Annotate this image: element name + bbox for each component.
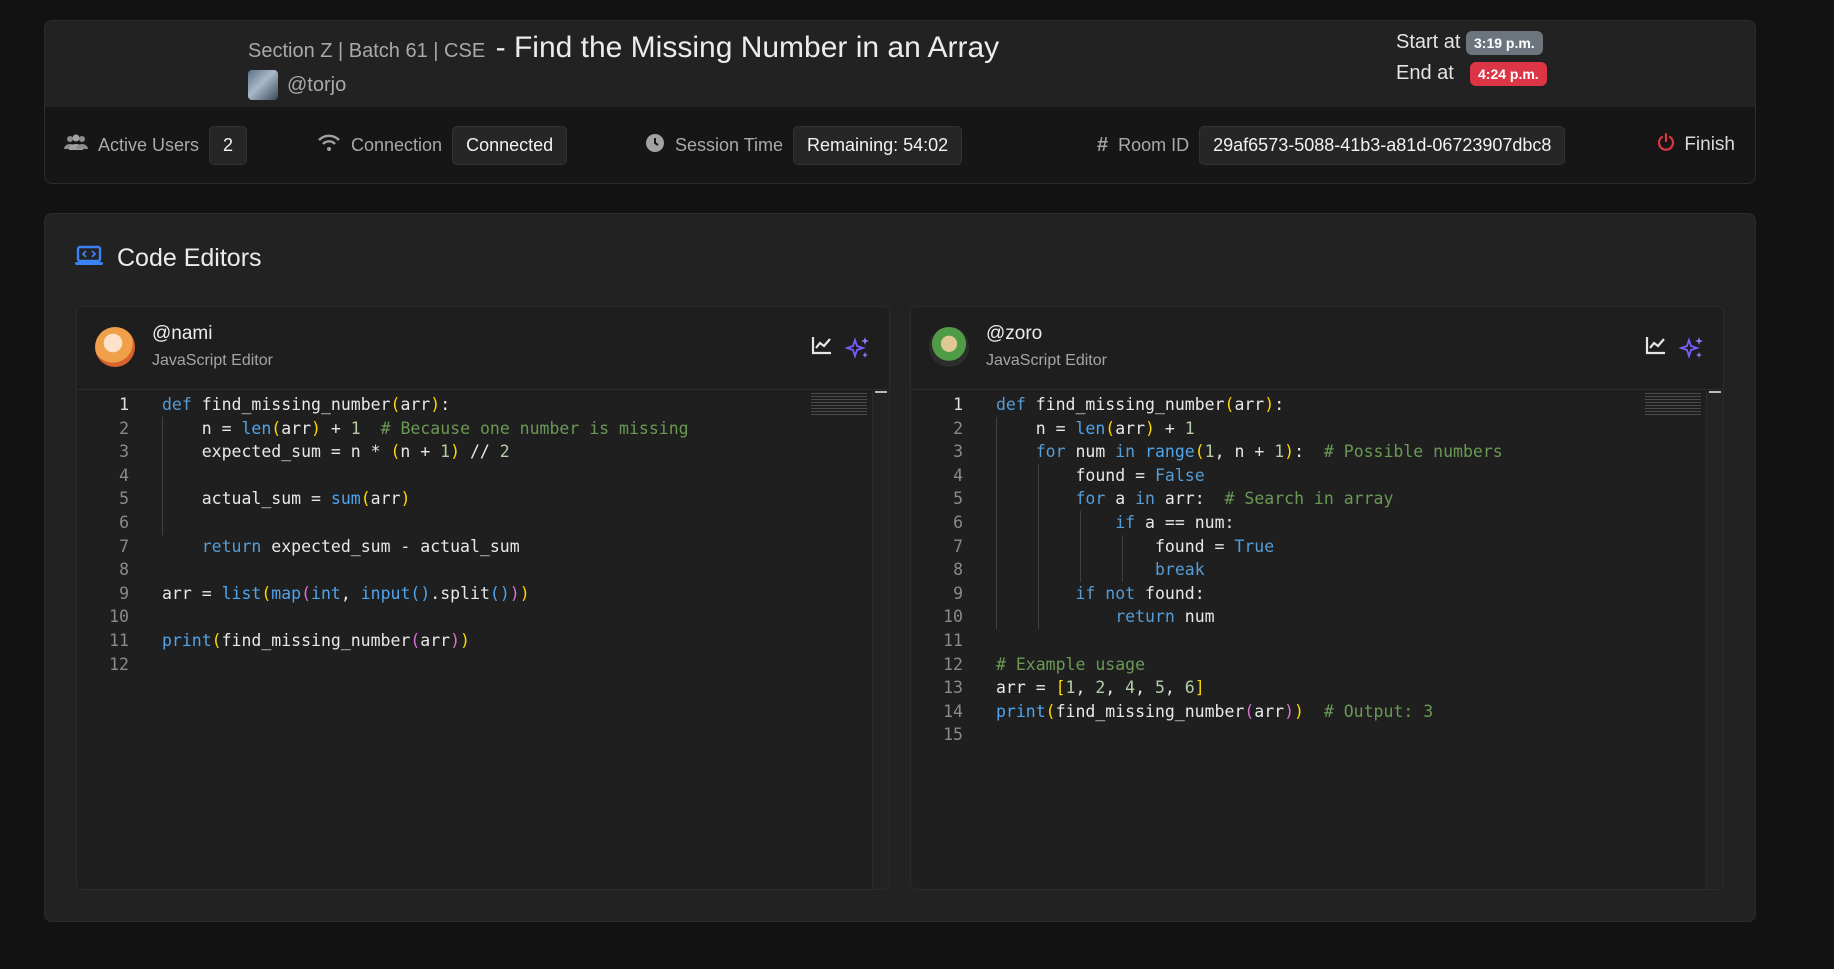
code-line: 7 found = True — [953, 536, 1275, 556]
code-line: 12 # Example usage — [943, 654, 1146, 674]
code-line: 2 n = len(arr) + 1 # Because one number … — [119, 418, 689, 438]
wifi-icon — [317, 134, 341, 157]
code-line: 3 for num in range(1, n + 1): # Possible… — [953, 442, 1503, 462]
code-line: 11 — [943, 630, 963, 650]
session-remaining: Remaining: 54:02 — [793, 125, 963, 165]
code-line: 4 — [119, 465, 129, 485]
host-username[interactable]: @torjo — [287, 74, 346, 97]
editor-panel-nami: @nami JavaScript Editor 1 def find_missin… — [76, 306, 890, 890]
host-row: @torjo — [248, 70, 346, 100]
code-line: 8 break — [953, 560, 1205, 580]
code-line: 2 n = len(arr) + 1 — [953, 418, 1195, 438]
editor-type: JavaScript Editor — [152, 352, 273, 369]
end-time-row: End at 4:24 p.m. — [1396, 58, 1547, 89]
session-time-stat: Session Time Remaining: 54:02 — [645, 107, 963, 183]
active-users-label: Active Users — [98, 134, 200, 155]
editor-panel-zoro: @zoro JavaScript Editor 1 def find_missin… — [910, 306, 1724, 890]
section-label: Section Z | Batch 61 | CSE — [248, 40, 486, 62]
header-top: Section Z | Batch 61 | CSE - Find the Mi… — [45, 21, 1755, 107]
connection-label: Connection — [351, 134, 443, 155]
title-row: Section Z | Batch 61 | CSE - Find the Mi… — [248, 31, 999, 65]
finish-button[interactable]: Finish — [1656, 107, 1735, 183]
finish-label: Finish — [1684, 134, 1735, 155]
avatar — [95, 327, 135, 367]
start-time-row: Start at 3:19 p.m. — [1396, 27, 1547, 58]
editor-type: JavaScript Editor — [986, 352, 1107, 369]
hashtag-icon: # — [1097, 133, 1109, 156]
end-label: End at — [1396, 62, 1454, 84]
code-line: 1 def find_missing_number(arr): — [953, 395, 1285, 414]
minimap[interactable] — [1645, 393, 1701, 417]
editor-header: @nami JavaScript Editor — [77, 307, 889, 390]
start-time-badge: 3:19 p.m. — [1466, 30, 1543, 55]
sparkles-icon[interactable] — [845, 335, 871, 361]
editor-actions — [1645, 335, 1705, 361]
room-id-value[interactable]: 29af6573-5088-41b3-a81d-06723907dbc8 — [1199, 125, 1566, 165]
code-editors-title: Code Editors — [117, 244, 262, 272]
editor-actions — [811, 335, 871, 361]
code-content[interactable]: 1 def find_missing_number(arr): 2 n = len(… — [911, 393, 1503, 747]
avatar — [929, 327, 969, 367]
code-line: 4 found = False — [953, 465, 1205, 485]
code-editors-heading: Code Editors — [75, 244, 262, 273]
editor-username: @nami — [152, 323, 213, 344]
session-time-label: Session Time — [675, 134, 784, 155]
session-times: Start at 3:19 p.m. End at 4:24 p.m. — [1396, 27, 1547, 89]
session-header: Section Z | Batch 61 | CSE - Find the Mi… — [44, 20, 1756, 184]
chart-line-icon[interactable] — [1645, 335, 1667, 361]
host-avatar — [248, 70, 278, 100]
code-line: 6 — [119, 512, 129, 532]
code-line: 13 arr = [1, 2, 4, 5, 6] — [943, 678, 1205, 698]
code-line: 10 — [109, 607, 129, 627]
code-line: 14 print(find_missing_number(arr)) # Outp… — [943, 701, 1434, 721]
room-id-stat: # Room ID 29af6573-5088-41b3-a81d-067239… — [1097, 107, 1566, 183]
active-users-count: 2 — [209, 125, 248, 165]
stats-bar: Active Users 2 Connection Connected Sess… — [45, 107, 1755, 183]
problem-title: - Find the Missing Number in an Array — [495, 31, 1000, 64]
connection-stat: Connection Connected — [317, 107, 568, 183]
code-line: 5 actual_sum = sum(arr) — [119, 489, 411, 509]
chart-line-icon[interactable] — [811, 335, 833, 361]
users-icon — [64, 134, 88, 157]
editor-username: @zoro — [986, 323, 1043, 344]
code-content[interactable]: 1 def find_missing_number(arr): 2 n = len(… — [77, 393, 689, 676]
vertical-scrollbar[interactable] — [872, 391, 889, 889]
sparkles-icon[interactable] — [1679, 335, 1705, 361]
minimap[interactable] — [811, 393, 867, 417]
code-editor[interactable]: 1 def find_missing_number(arr): 2 n = len(… — [911, 391, 1723, 889]
laptop-code-icon — [75, 245, 103, 272]
code-line: 11 print(find_missing_number(arr)) — [109, 630, 470, 650]
power-icon — [1656, 132, 1676, 158]
code-line: 7 return expected_sum - actual_sum — [119, 536, 520, 556]
start-label: Start at — [1396, 31, 1461, 53]
code-line: 8 — [119, 560, 129, 580]
code-line: 15 — [943, 725, 963, 745]
room-id-label: Room ID — [1118, 134, 1190, 155]
vertical-scrollbar[interactable] — [1706, 391, 1723, 889]
code-line: 5 for a in arr: # Search in array — [953, 489, 1394, 509]
code-editors-card: Code Editors @nami JavaScript Editor 1 de… — [44, 213, 1756, 922]
clock-icon — [645, 133, 665, 158]
end-time-badge: 4:24 p.m. — [1470, 61, 1547, 86]
code-line: 9 arr = list(map(int, input().split())) — [119, 583, 530, 603]
code-editor[interactable]: 1 def find_missing_number(arr): 2 n = len(… — [77, 391, 889, 889]
code-line: 6 if a == num: — [953, 512, 1235, 532]
code-line: 9 if not found: — [953, 583, 1205, 603]
editor-header: @zoro JavaScript Editor — [911, 307, 1723, 390]
code-line: 1 def find_missing_number(arr): — [119, 395, 451, 414]
active-users-stat: Active Users 2 — [64, 107, 248, 183]
connection-status: Connected — [452, 125, 568, 165]
code-line: 3 expected_sum = n * (n + 1) // 2 — [119, 442, 510, 462]
code-line: 12 — [109, 654, 129, 674]
code-line: 10 return num — [943, 607, 1215, 627]
